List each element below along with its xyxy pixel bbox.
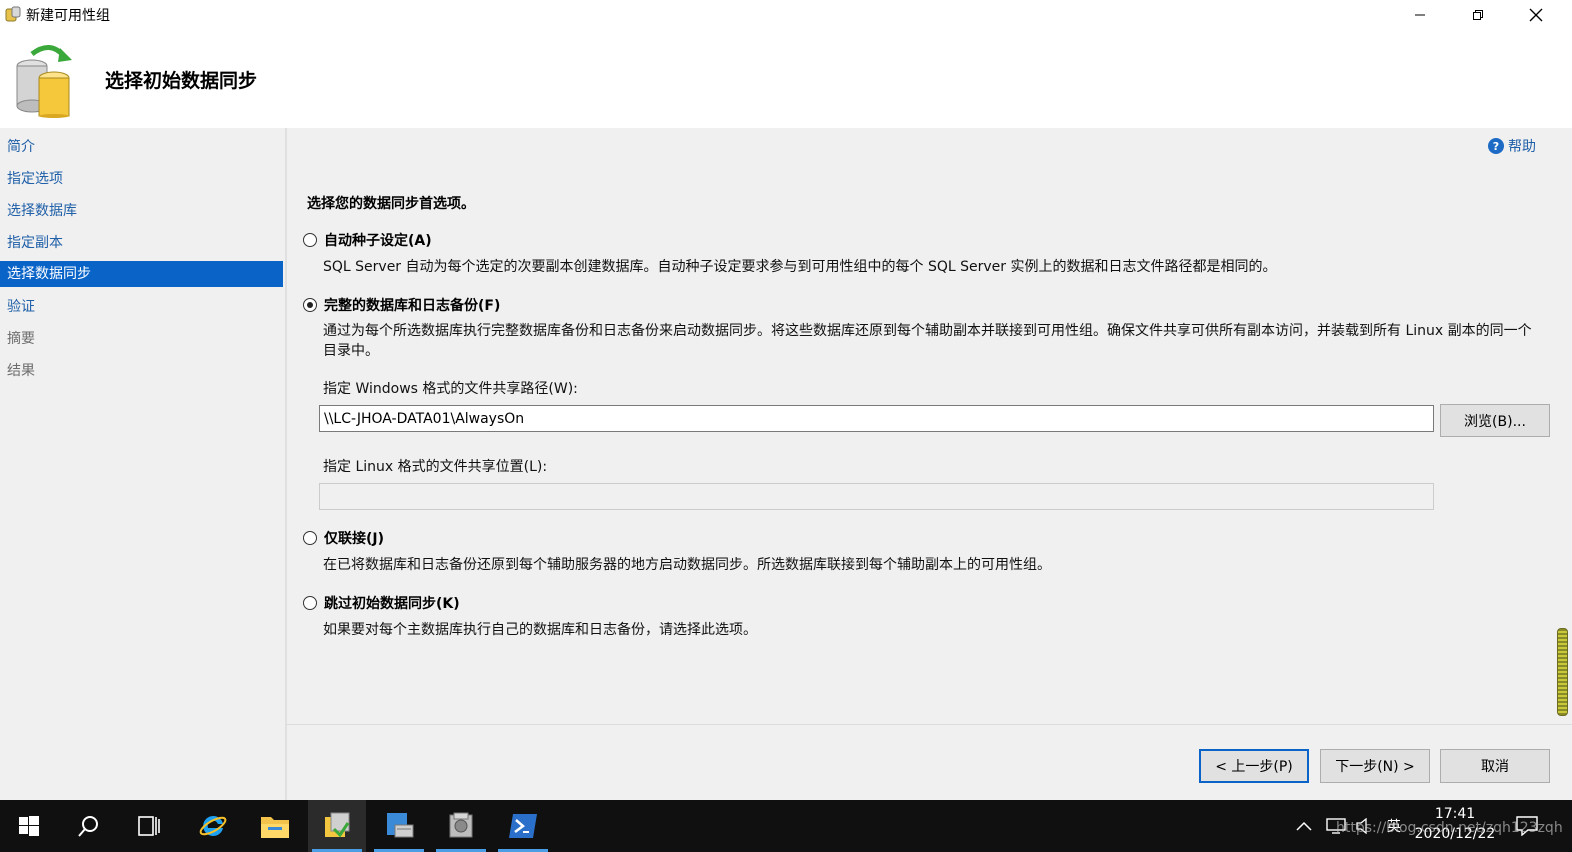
back-button[interactable]: < 上一步(P) (1199, 749, 1309, 783)
database-sync-icon (10, 40, 80, 118)
option-description: SQL Server 自动为每个选定的次要副本创建数据库。自动种子设定要求参与到… (323, 259, 1277, 275)
sidebar-item-intro[interactable]: 简介 (0, 134, 283, 160)
search-icon (78, 816, 98, 837)
start-icon (19, 816, 39, 836)
show-hidden-icons-button[interactable] (1296, 800, 1312, 852)
app-icon (4, 5, 22, 23)
window-title: 新建可用性组 (26, 8, 110, 24)
option-full-backup[interactable]: 完整的数据库和日志备份(F) (303, 295, 500, 315)
option-skip-sync[interactable]: 跳过初始数据同步(K) (303, 593, 460, 613)
radio-skip-sync[interactable] (303, 596, 317, 610)
sql-config-button[interactable] (432, 800, 490, 852)
browse-button[interactable]: 浏览(B)... (1440, 404, 1550, 437)
radio-full-backup[interactable] (303, 298, 317, 312)
minimize-icon (1415, 14, 1425, 16)
server-manager-button[interactable] (370, 800, 428, 852)
sql-server-configuration-icon (449, 812, 473, 838)
sidebar-item-validation[interactable]: 验证 (0, 294, 283, 320)
option-description: 如果要对每个主数据库执行自己的数据库和日志备份，请选择此选项。 (323, 622, 757, 638)
linux-share-label: 指定 Linux 格式的文件共享位置(L): (323, 459, 548, 475)
sidebar-item-results: 结果 (7, 363, 35, 379)
sidebar-item-options[interactable]: 指定选项 (0, 166, 283, 192)
sidebar-item-summary: 摘要 (7, 331, 35, 347)
powershell-button[interactable] (494, 800, 552, 852)
ssms-button[interactable] (308, 800, 366, 852)
search-button[interactable] (60, 800, 118, 852)
main-panel: ? 帮助 选择您的数据同步首选项。 自动种子设定(A) SQL Server 自… (287, 128, 1572, 724)
page-title: 选择初始数据同步 (105, 70, 258, 92)
help-label: 帮助 (1508, 139, 1536, 155)
sidebar-item-data-sync[interactable]: 选择数据同步 (0, 261, 283, 287)
radio-automatic-seeding[interactable] (303, 233, 317, 247)
option-description: 在已将数据库和日志备份还原到每个辅助服务器的地方启动数据同步。所选数据库联接到每… (323, 557, 1051, 573)
task-view-button[interactable] (120, 800, 178, 852)
linux-share-input (319, 483, 1434, 510)
file-explorer-icon (261, 817, 289, 838)
next-button[interactable]: 下一步(N) > (1320, 749, 1430, 783)
wizard-footer: < 上一步(P) 下一步(N) > 取消 (287, 724, 1572, 801)
file-explorer-button[interactable] (246, 800, 304, 852)
windows-share-input[interactable] (319, 405, 1434, 432)
title-bar: 新建可用性组 (0, 0, 1572, 30)
resize-grip[interactable] (1557, 628, 1568, 716)
help-icon: ? (1488, 138, 1504, 154)
sync-preference-prompt: 选择您的数据同步首选项。 (307, 196, 475, 212)
restore-icon (1473, 10, 1483, 20)
sql-server-management-studio-icon (325, 812, 350, 838)
sidebar-item-select-databases[interactable]: 选择数据库 (0, 198, 283, 224)
wizard-header: 选择初始数据同步 (0, 30, 1572, 128)
cancel-button[interactable]: 取消 (1440, 749, 1550, 783)
option-label: 自动种子设定(A) (324, 233, 432, 249)
option-automatic-seeding[interactable]: 自动种子设定(A) (303, 230, 432, 250)
radio-join-only[interactable] (303, 531, 317, 545)
internet-explorer-icon (199, 815, 227, 836)
close-icon (1529, 8, 1543, 22)
help-link[interactable]: ? 帮助 (1488, 136, 1536, 156)
option-description: 通过为每个所选数据库执行完整数据库备份和日志备份来启动数据同步。将这些数据库还原… (323, 323, 1532, 359)
server-manager-icon (387, 813, 414, 838)
wizard-sidebar: 简介 指定选项 选择数据库 指定副本 选择数据同步 验证 摘要 结果 (0, 128, 287, 800)
chevron-up-icon (1296, 821, 1312, 831)
wizard-window: 新建可用性组 选择初始数据同步 简介 指定选项 选择数据库 指定副本 选择数据同… (0, 0, 1572, 801)
option-label: 完整的数据库和日志备份(F) (324, 298, 501, 314)
option-join-only[interactable]: 仅联接(J) (303, 528, 384, 548)
close-button[interactable] (1507, 0, 1565, 30)
option-label: 跳过初始数据同步(K) (324, 596, 460, 612)
start-button[interactable] (0, 800, 58, 852)
option-label: 仅联接(J) (324, 531, 385, 547)
task-view-icon (138, 816, 160, 836)
windows-share-label: 指定 Windows 格式的文件共享路径(W): (323, 381, 578, 397)
sidebar-item-replicas[interactable]: 指定副本 (0, 230, 283, 256)
internet-explorer-button[interactable] (184, 800, 242, 852)
restore-button[interactable] (1449, 0, 1507, 30)
watermark: https://blog.csdn.net/zqh123zqh (1336, 820, 1563, 836)
minimize-button[interactable] (1391, 0, 1449, 30)
powershell-icon (509, 814, 537, 838)
